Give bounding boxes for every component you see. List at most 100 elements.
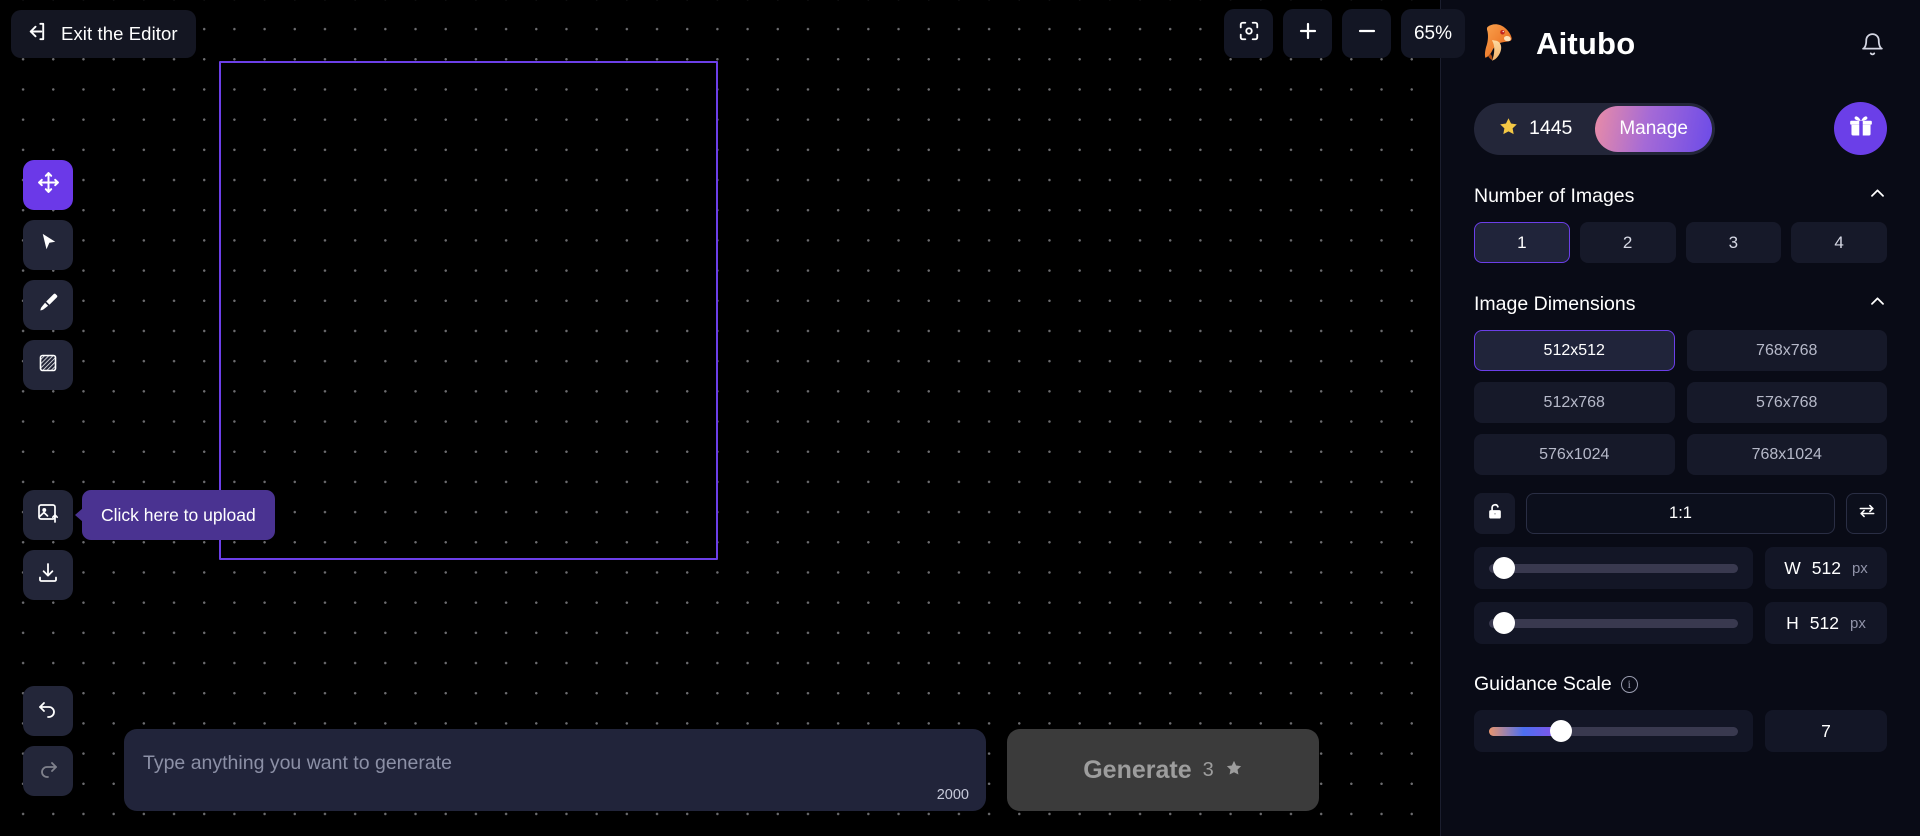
upload-tooltip-text: Click here to upload — [101, 504, 256, 525]
image-dimensions-options: 512x512 768x768 512x768 576x768 576x1024… — [1474, 330, 1887, 475]
swap-arrows-icon — [1857, 501, 1877, 526]
upload-tooltip: Click here to upload — [75, 490, 275, 540]
height-slider-knob[interactable] — [1492, 612, 1515, 634]
prompt-input[interactable] — [143, 748, 943, 778]
editor-root: Exit the Editor 65% Click here to upload… — [0, 0, 1920, 836]
download-button[interactable] — [23, 550, 73, 600]
dimension-option-512x512[interactable]: 512x512 — [1474, 330, 1675, 371]
height-slider-track — [1489, 612, 1738, 634]
credits-amount: 1445 — [1529, 117, 1573, 139]
redo-arrow-icon — [36, 757, 60, 786]
aspect-ratio-lock-button[interactable] — [1474, 493, 1515, 534]
gift-button[interactable] — [1834, 102, 1887, 155]
brush-tool-button[interactable] — [23, 280, 73, 330]
dimension-option-768x1024[interactable]: 768x1024 — [1686, 434, 1887, 475]
image-dimensions-title: Image Dimensions — [1474, 292, 1636, 315]
hatched-square-icon — [36, 351, 60, 380]
beaver-head-logo — [1474, 18, 1522, 71]
height-row: H 512 px — [1474, 602, 1887, 644]
undo-arrow-icon — [36, 697, 60, 726]
number-of-images-title: Number of Images — [1474, 184, 1635, 207]
number-of-images-header[interactable]: Number of Images — [1474, 184, 1887, 208]
generate-cost: 3 — [1202, 758, 1214, 781]
canvas-selection-rectangle[interactable] — [219, 61, 718, 560]
settings-panel: Aitubo 1445 Manage Number of Images 1 2 … — [1440, 0, 1920, 836]
guidance-scale-slider[interactable] — [1474, 710, 1753, 752]
editor-canvas[interactable] — [0, 0, 1440, 836]
dimension-option-768x768[interactable]: 768x768 — [1686, 330, 1887, 371]
num-images-option-4[interactable]: 4 — [1791, 222, 1887, 263]
credits-row: 1445 Manage — [1474, 102, 1887, 155]
exit-editor-label: Exit the Editor — [61, 23, 178, 44]
guidance-scale-header: Guidance Scale i — [1474, 673, 1887, 696]
exit-editor-button[interactable]: Exit the Editor — [11, 10, 196, 58]
zoom-in-button[interactable] — [1283, 9, 1332, 58]
generate-button[interactable]: Generate 3 — [1007, 729, 1319, 811]
notification-bell-icon[interactable] — [1860, 32, 1885, 62]
zoom-toolbar: 65% — [1224, 9, 1465, 58]
num-images-option-3[interactable]: 3 — [1685, 222, 1782, 263]
width-row: W 512 px — [1474, 547, 1887, 589]
select-tool-button[interactable] — [23, 220, 73, 270]
manage-label: Manage — [1619, 117, 1688, 139]
paint-brush-icon — [37, 291, 60, 319]
zoom-level-display[interactable]: 65% — [1401, 9, 1465, 58]
aspect-ratio-input[interactable] — [1526, 493, 1835, 534]
image-upload-icon — [36, 501, 60, 530]
guidance-scale-knob[interactable] — [1550, 720, 1573, 742]
height-slider[interactable] — [1474, 602, 1753, 644]
download-icon — [36, 561, 60, 590]
move-arrows-icon — [36, 170, 61, 200]
dimension-option-576x768[interactable]: 576x768 — [1686, 382, 1887, 423]
upload-image-button[interactable] — [23, 490, 73, 540]
prompt-char-limit: 2000 — [936, 787, 969, 803]
guidance-scale-track — [1489, 720, 1738, 742]
guidance-scale-row: 7 — [1474, 710, 1887, 752]
height-unit: px — [1850, 614, 1866, 632]
generate-label: Generate — [1083, 755, 1192, 784]
width-value-box[interactable]: W 512 px — [1765, 547, 1887, 589]
chevron-up-icon[interactable] — [1868, 184, 1887, 208]
dimension-option-512x768[interactable]: 512x768 — [1474, 382, 1675, 423]
mask-tool-button[interactable] — [23, 340, 73, 390]
num-images-option-2[interactable]: 2 — [1579, 222, 1676, 263]
height-key: H — [1786, 612, 1799, 633]
num-images-option-1[interactable]: 1 — [1474, 222, 1570, 263]
unlocked-padlock-icon — [1485, 501, 1505, 526]
width-value: 512 — [1811, 557, 1841, 578]
fit-to-screen-button[interactable] — [1224, 9, 1273, 58]
move-tool-button[interactable] — [23, 160, 73, 210]
star-icon — [1498, 116, 1519, 142]
undo-button[interactable] — [23, 686, 73, 736]
cursor-arrow-icon — [37, 231, 60, 259]
guidance-scale-title: Guidance Scale — [1474, 673, 1612, 695]
width-slider-knob[interactable] — [1492, 557, 1515, 579]
zoom-out-button[interactable] — [1342, 9, 1391, 58]
fit-to-screen-icon — [1238, 20, 1260, 47]
gift-box-icon — [1848, 113, 1874, 144]
guidance-scale-value: 7 — [1821, 720, 1831, 741]
brand-name: Aitubo — [1536, 26, 1636, 61]
number-of-images-options: 1 2 3 4 — [1474, 222, 1887, 263]
chevron-up-icon[interactable] — [1868, 292, 1887, 316]
star-icon — [1225, 759, 1243, 782]
prompt-box[interactable]: 2000 — [124, 729, 986, 811]
aspect-ratio-row — [1474, 493, 1887, 534]
height-value: 512 — [1809, 612, 1839, 633]
width-key: W — [1784, 557, 1801, 578]
guidance-scale-value-box[interactable]: 7 — [1765, 710, 1887, 752]
brand-header: Aitubo — [1474, 0, 1887, 88]
dimension-option-576x1024[interactable]: 576x1024 — [1474, 434, 1675, 475]
swap-dimensions-button[interactable] — [1846, 493, 1887, 534]
manage-credits-button[interactable]: Manage — [1595, 105, 1712, 152]
plus-icon — [1296, 19, 1320, 48]
credits-pill: 1445 Manage — [1474, 102, 1715, 155]
height-value-box[interactable]: H 512 px — [1765, 602, 1887, 644]
info-circle-icon[interactable]: i — [1620, 676, 1638, 693]
width-unit: px — [1851, 559, 1868, 577]
image-dimensions-header[interactable]: Image Dimensions — [1474, 292, 1887, 316]
width-slider[interactable] — [1474, 547, 1753, 589]
minus-icon — [1355, 19, 1379, 48]
redo-button[interactable] — [23, 746, 73, 796]
width-slider-track — [1489, 557, 1738, 579]
